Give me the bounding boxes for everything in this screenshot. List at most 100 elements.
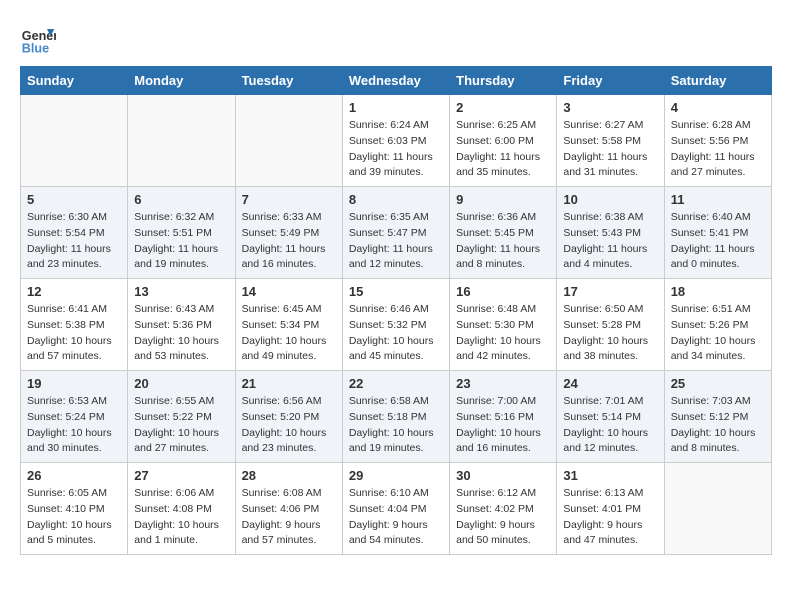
day-number: 5	[27, 192, 121, 207]
logo: General Blue	[20, 20, 56, 56]
header-cell-monday: Monday	[128, 67, 235, 95]
day-info: Sunrise: 6:36 AM Sunset: 5:45 PM Dayligh…	[456, 210, 550, 273]
day-number: 2	[456, 100, 550, 115]
header-cell-wednesday: Wednesday	[342, 67, 449, 95]
day-cell: 23 Sunrise: 7:00 AM Sunset: 5:16 PM Dayli…	[450, 371, 557, 463]
header-cell-sunday: Sunday	[21, 67, 128, 95]
day-number: 13	[134, 284, 228, 299]
header-cell-friday: Friday	[557, 67, 664, 95]
day-cell: 8 Sunrise: 6:35 AM Sunset: 5:47 PM Daylig…	[342, 187, 449, 279]
header-row: SundayMondayTuesdayWednesdayThursdayFrid…	[21, 67, 772, 95]
day-info: Sunrise: 6:27 AM Sunset: 5:58 PM Dayligh…	[563, 118, 657, 181]
day-info: Sunrise: 7:00 AM Sunset: 5:16 PM Dayligh…	[456, 394, 550, 457]
day-cell: 5 Sunrise: 6:30 AM Sunset: 5:54 PM Daylig…	[21, 187, 128, 279]
day-cell: 30 Sunrise: 6:12 AM Sunset: 4:02 PM Dayli…	[450, 463, 557, 555]
week-row-4: 26 Sunrise: 6:05 AM Sunset: 4:10 PM Dayli…	[21, 463, 772, 555]
day-cell: 6 Sunrise: 6:32 AM Sunset: 5:51 PM Daylig…	[128, 187, 235, 279]
day-number: 11	[671, 192, 765, 207]
day-cell: 7 Sunrise: 6:33 AM Sunset: 5:49 PM Daylig…	[235, 187, 342, 279]
day-info: Sunrise: 6:43 AM Sunset: 5:36 PM Dayligh…	[134, 302, 228, 365]
day-cell	[128, 95, 235, 187]
day-cell: 27 Sunrise: 6:06 AM Sunset: 4:08 PM Dayli…	[128, 463, 235, 555]
day-cell: 16 Sunrise: 6:48 AM Sunset: 5:30 PM Dayli…	[450, 279, 557, 371]
day-info: Sunrise: 6:06 AM Sunset: 4:08 PM Dayligh…	[134, 486, 228, 549]
day-cell: 1 Sunrise: 6:24 AM Sunset: 6:03 PM Daylig…	[342, 95, 449, 187]
day-cell	[235, 95, 342, 187]
day-info: Sunrise: 6:41 AM Sunset: 5:38 PM Dayligh…	[27, 302, 121, 365]
day-number: 15	[349, 284, 443, 299]
day-info: Sunrise: 6:35 AM Sunset: 5:47 PM Dayligh…	[349, 210, 443, 273]
day-cell: 28Sunrise: 6:08 AM Sunset: 4:06 PM Dayli…	[235, 463, 342, 555]
day-info: Sunrise: 6:30 AM Sunset: 5:54 PM Dayligh…	[27, 210, 121, 273]
day-number: 8	[349, 192, 443, 207]
day-number: 14	[242, 284, 336, 299]
day-number: 6	[134, 192, 228, 207]
day-cell: 9 Sunrise: 6:36 AM Sunset: 5:45 PM Daylig…	[450, 187, 557, 279]
day-info: Sunrise: 6:38 AM Sunset: 5:43 PM Dayligh…	[563, 210, 657, 273]
day-info: Sunrise: 6:46 AM Sunset: 5:32 PM Dayligh…	[349, 302, 443, 365]
day-number: 3	[563, 100, 657, 115]
day-cell	[21, 95, 128, 187]
day-cell: 29Sunrise: 6:10 AM Sunset: 4:04 PM Dayli…	[342, 463, 449, 555]
day-cell: 15 Sunrise: 6:46 AM Sunset: 5:32 PM Dayli…	[342, 279, 449, 371]
day-cell: 3 Sunrise: 6:27 AM Sunset: 5:58 PM Daylig…	[557, 95, 664, 187]
day-number: 24	[563, 376, 657, 391]
day-number: 25	[671, 376, 765, 391]
day-info: Sunrise: 6:25 AM Sunset: 6:00 PM Dayligh…	[456, 118, 550, 181]
header-cell-saturday: Saturday	[664, 67, 771, 95]
day-cell: 10 Sunrise: 6:38 AM Sunset: 5:43 PM Dayli…	[557, 187, 664, 279]
day-cell: 14 Sunrise: 6:45 AM Sunset: 5:34 PM Dayli…	[235, 279, 342, 371]
day-cell	[664, 463, 771, 555]
logo-icon: General Blue	[20, 20, 56, 56]
day-number: 18	[671, 284, 765, 299]
day-info: Sunrise: 6:51 AM Sunset: 5:26 PM Dayligh…	[671, 302, 765, 365]
day-cell: 26 Sunrise: 6:05 AM Sunset: 4:10 PM Dayli…	[21, 463, 128, 555]
day-number: 10	[563, 192, 657, 207]
week-row-1: 5 Sunrise: 6:30 AM Sunset: 5:54 PM Daylig…	[21, 187, 772, 279]
day-cell: 12Sunrise: 6:41 AM Sunset: 5:38 PM Dayli…	[21, 279, 128, 371]
week-row-3: 19Sunrise: 6:53 AM Sunset: 5:24 PM Dayli…	[21, 371, 772, 463]
day-info: Sunrise: 6:32 AM Sunset: 5:51 PM Dayligh…	[134, 210, 228, 273]
day-info: Sunrise: 6:48 AM Sunset: 5:30 PM Dayligh…	[456, 302, 550, 365]
day-number: 23	[456, 376, 550, 391]
day-number: 26	[27, 468, 121, 483]
day-cell: 19Sunrise: 6:53 AM Sunset: 5:24 PM Dayli…	[21, 371, 128, 463]
day-info: Sunrise: 6:55 AM Sunset: 5:22 PM Dayligh…	[134, 394, 228, 457]
day-number: 21	[242, 376, 336, 391]
day-number: 16	[456, 284, 550, 299]
day-number: 29	[349, 468, 443, 483]
day-number: 27	[134, 468, 228, 483]
day-info: Sunrise: 6:13 AM Sunset: 4:01 PM Dayligh…	[563, 486, 657, 549]
svg-text:Blue: Blue	[22, 41, 49, 55]
day-info: Sunrise: 6:50 AM Sunset: 5:28 PM Dayligh…	[563, 302, 657, 365]
day-info: Sunrise: 6:56 AM Sunset: 5:20 PM Dayligh…	[242, 394, 336, 457]
day-cell: 22 Sunrise: 6:58 AM Sunset: 5:18 PM Dayli…	[342, 371, 449, 463]
day-info: Sunrise: 6:58 AM Sunset: 5:18 PM Dayligh…	[349, 394, 443, 457]
day-number: 20	[134, 376, 228, 391]
day-cell: 4 Sunrise: 6:28 AM Sunset: 5:56 PM Daylig…	[664, 95, 771, 187]
day-number: 28	[242, 468, 336, 483]
day-info: Sunrise: 6:28 AM Sunset: 5:56 PM Dayligh…	[671, 118, 765, 181]
day-info: Sunrise: 6:33 AM Sunset: 5:49 PM Dayligh…	[242, 210, 336, 273]
day-number: 4	[671, 100, 765, 115]
day-cell: 13 Sunrise: 6:43 AM Sunset: 5:36 PM Dayli…	[128, 279, 235, 371]
header-cell-thursday: Thursday	[450, 67, 557, 95]
day-number: 30	[456, 468, 550, 483]
day-number: 19	[27, 376, 121, 391]
day-cell: 18 Sunrise: 6:51 AM Sunset: 5:26 PM Dayli…	[664, 279, 771, 371]
day-info: Sunrise: 6:24 AM Sunset: 6:03 PM Dayligh…	[349, 118, 443, 181]
day-number: 22	[349, 376, 443, 391]
header-cell-tuesday: Tuesday	[235, 67, 342, 95]
day-info: Sunrise: 6:40 AM Sunset: 5:41 PM Dayligh…	[671, 210, 765, 273]
day-cell: 31 Sunrise: 6:13 AM Sunset: 4:01 PM Dayli…	[557, 463, 664, 555]
day-info: Sunrise: 6:05 AM Sunset: 4:10 PM Dayligh…	[27, 486, 121, 549]
day-info: Sunrise: 6:12 AM Sunset: 4:02 PM Dayligh…	[456, 486, 550, 549]
day-info: Sunrise: 6:45 AM Sunset: 5:34 PM Dayligh…	[242, 302, 336, 365]
day-number: 9	[456, 192, 550, 207]
week-row-2: 12Sunrise: 6:41 AM Sunset: 5:38 PM Dayli…	[21, 279, 772, 371]
day-number: 31	[563, 468, 657, 483]
day-number: 7	[242, 192, 336, 207]
day-cell: 2 Sunrise: 6:25 AM Sunset: 6:00 PM Daylig…	[450, 95, 557, 187]
week-row-0: 1 Sunrise: 6:24 AM Sunset: 6:03 PM Daylig…	[21, 95, 772, 187]
day-number: 1	[349, 100, 443, 115]
